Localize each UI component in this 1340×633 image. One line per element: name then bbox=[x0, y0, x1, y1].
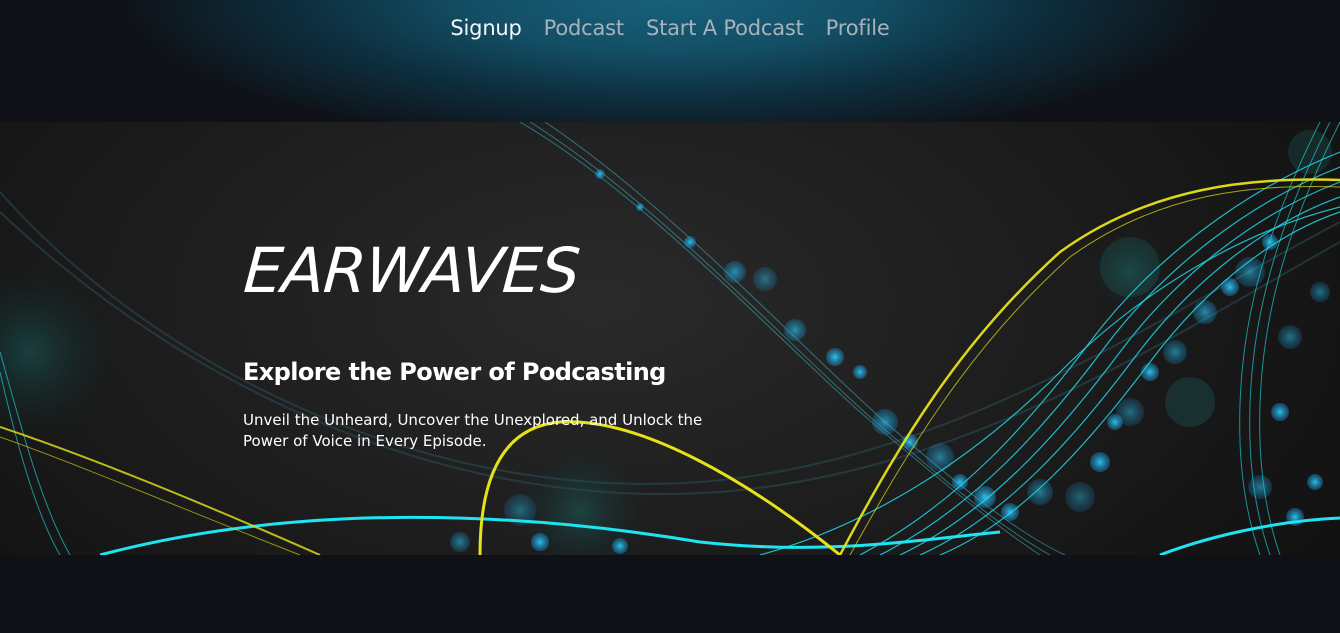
brand-logo-text: EARWAVES bbox=[241, 234, 582, 307]
hero-banner: EARWAVES Explore the Power of Podcasting… bbox=[0, 122, 1340, 555]
nav-signup-link[interactable]: Signup bbox=[450, 16, 521, 40]
hero-description: Unveil the Unheard, Uncover the Unexplor… bbox=[243, 411, 703, 450]
main-nav: Signup Podcast Start A Podcast Profile bbox=[0, 16, 1340, 40]
sound-waves-background bbox=[0, 122, 1340, 555]
nav-start-podcast-link[interactable]: Start A Podcast bbox=[646, 16, 804, 40]
nav-podcast-link[interactable]: Podcast bbox=[544, 16, 624, 40]
nav-profile-link[interactable]: Profile bbox=[826, 16, 890, 40]
hero-tagline: Explore the Power of Podcasting bbox=[243, 358, 666, 386]
header: Signup Podcast Start A Podcast Profile bbox=[0, 0, 1340, 122]
page-bottom bbox=[0, 555, 1340, 633]
